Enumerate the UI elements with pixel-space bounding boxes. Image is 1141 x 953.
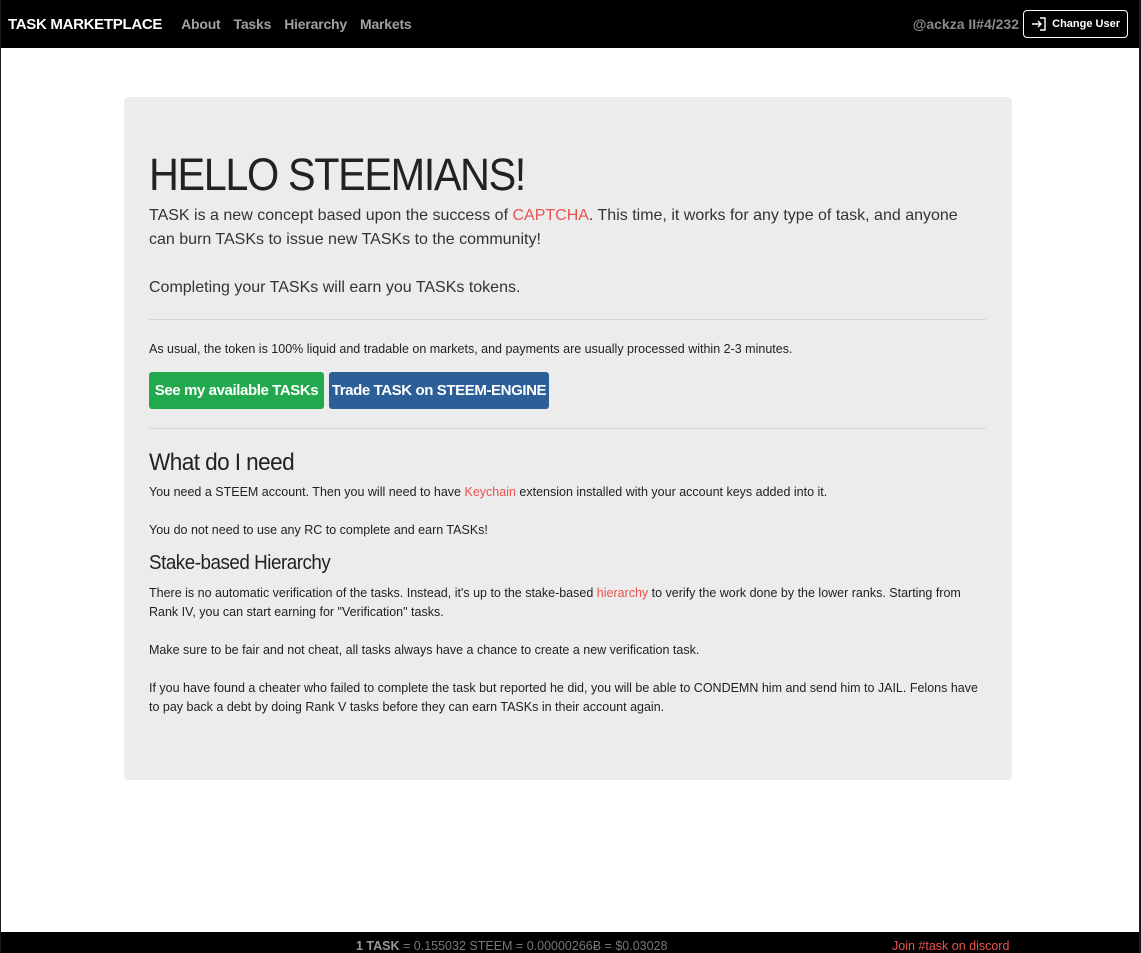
hierarchy-text-part: There is no automatic verification of th…	[149, 586, 597, 600]
hierarchy-heading: Stake-based Hierarchy	[149, 552, 331, 574]
hierarchy-link[interactable]: hierarchy	[597, 586, 648, 600]
nav-link-tasks[interactable]: Tasks	[234, 16, 272, 32]
hierarchy-paragraph-2: Make sure to be fair and not cheat, all …	[149, 643, 700, 657]
hierarchy-paragraph-1: There is no automatic verification of th…	[149, 584, 989, 622]
nav-link-markets[interactable]: Markets	[360, 16, 412, 32]
price-ticker: 1 TASK = 0.155032 STEEM = 0.00000266Ƀ = …	[356, 939, 667, 953]
divider	[149, 428, 986, 429]
nav-links: About Tasks Hierarchy Markets	[181, 16, 424, 32]
price-values: = 0.155032 STEEM = 0.00000266Ƀ = $0.0302…	[399, 939, 668, 953]
current-user: @ackza II#4/232	[912, 16, 1019, 32]
earn-text: Completing your TASKs will earn you TASK…	[149, 279, 521, 296]
price-label: 1 TASK	[356, 939, 400, 953]
need-paragraph-1: You need a STEEM account. Then you will …	[149, 483, 989, 502]
trade-task-button[interactable]: Trade TASK on STEEM-ENGINE	[329, 372, 549, 409]
change-user-label: Change User	[1052, 18, 1120, 30]
keychain-link[interactable]: Keychain	[465, 485, 516, 499]
liquid-text: As usual, the token is 100% liquid and t…	[149, 342, 793, 356]
see-tasks-button[interactable]: See my available TASKs	[149, 372, 324, 409]
need-text-part: extension installed with your account ke…	[515, 485, 828, 499]
intro-text-part: TASK is a new concept based upon the suc…	[149, 207, 513, 224]
jumbotron-card: HELLO STEEMIANS! TASK is a new concept b…	[124, 97, 1012, 780]
top-navbar: TASK MARKETPLACE About Tasks Hierarchy M…	[0, 0, 1141, 48]
need-paragraph-2: You do not need to use any RC to complet…	[149, 523, 488, 537]
nav-link-hierarchy[interactable]: Hierarchy	[284, 16, 347, 32]
page-title: HELLO STEEMIANS!	[149, 149, 526, 200]
divider	[149, 319, 986, 320]
change-user-button[interactable]: Change User	[1023, 10, 1128, 38]
what-do-i-need-heading: What do I need	[149, 449, 295, 476]
brand-logo[interactable]: TASK MARKETPLACE	[8, 16, 162, 33]
nav-link-about[interactable]: About	[181, 16, 221, 32]
hierarchy-paragraph-3: If you have found a cheater who failed t…	[149, 681, 978, 714]
footer-bar: 1 TASK = 0.155032 STEEM = 0.00000266Ƀ = …	[0, 932, 1141, 953]
need-text-part: You need a STEEM account. Then you will …	[149, 485, 465, 499]
captcha-link[interactable]: CAPTCHA	[512, 207, 588, 224]
sign-in-icon	[1032, 17, 1046, 31]
intro-text: TASK is a new concept based upon the suc…	[149, 204, 979, 252]
discord-link[interactable]: Join #task on discord	[892, 939, 1009, 953]
